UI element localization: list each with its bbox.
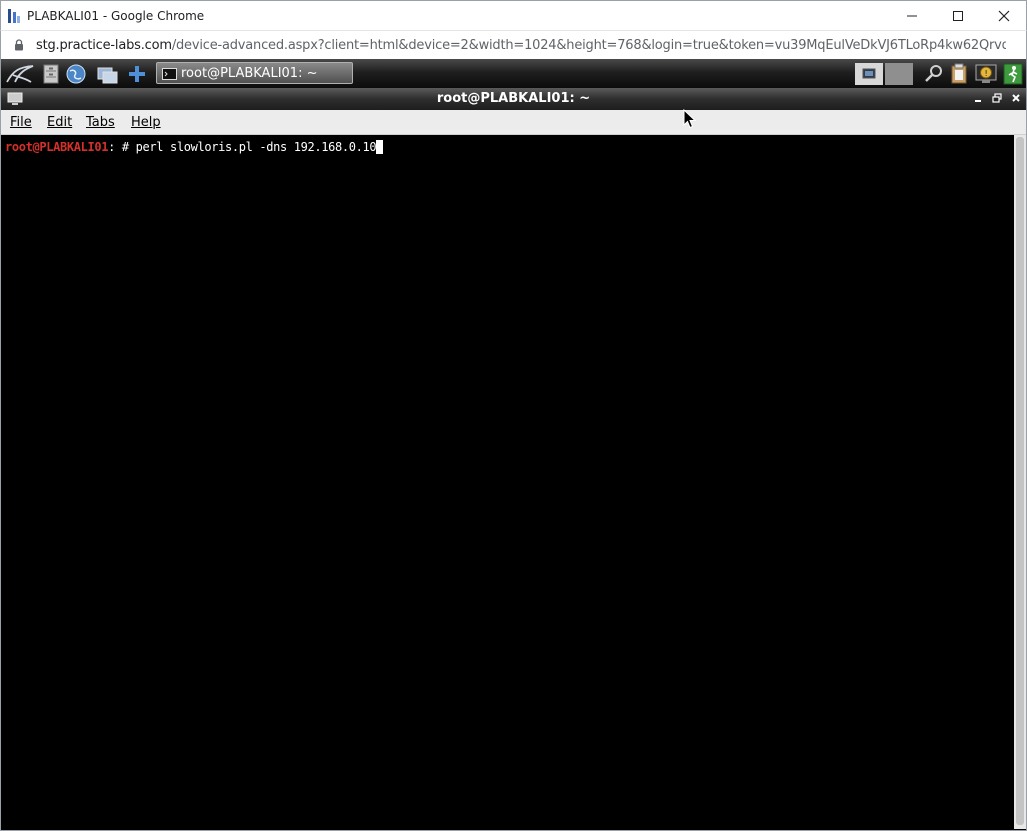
url-host: stg.practice-labs.com <box>36 38 172 53</box>
menu-edit[interactable]: Edit <box>47 115 72 130</box>
file-cabinet-icon[interactable] <box>40 63 62 85</box>
close-button[interactable] <box>981 1 1027 31</box>
kali-panel: root@PLABKALI01: ~ ! <box>1 59 1026 88</box>
svg-text:!: ! <box>985 69 988 78</box>
url-path: /device-advanced.aspx?client=html&device… <box>171 38 1006 53</box>
taskbar-terminal-label: root@PLABKALI01: ~ <box>181 66 318 81</box>
kali-dragon-menu-icon[interactable] <box>5 63 35 85</box>
browser-title-bar: PLABKALI01 - Google Chrome <box>0 0 1027 31</box>
app-logo-icon <box>7 8 21 24</box>
address-bar[interactable]: stg.practice-labs.com/device-advanced.as… <box>0 31 1027 59</box>
close-icon <box>998 10 1010 22</box>
remote-desktop[interactable]: root@PLABKALI01: ~ ! root@PLABKALI01: ~ <box>0 59 1027 831</box>
terminal-maximize-icon[interactable] <box>991 93 1003 105</box>
terminal-minimize-icon[interactable] <box>972 93 984 105</box>
web-browser-icon[interactable] <box>65 63 87 85</box>
menu-file[interactable]: File <box>10 115 32 130</box>
menu-tabs-label: Tabs <box>86 115 115 130</box>
mouse-pointer-icon <box>683 108 697 134</box>
menu-help[interactable]: Help <box>131 115 161 130</box>
minimize-icon <box>907 15 917 17</box>
taskbar-terminal-button[interactable]: root@PLABKALI01: ~ <box>156 62 353 84</box>
text-cursor <box>376 140 384 154</box>
menu-file-label: File <box>10 115 32 130</box>
maximize-icon <box>953 11 963 21</box>
terminal-icon <box>162 67 177 85</box>
menu-help-label: Help <box>131 115 161 130</box>
search-icon[interactable] <box>922 63 946 85</box>
terminal-scrollbar[interactable] <box>1014 135 1026 829</box>
maximize-button[interactable] <box>935 1 981 31</box>
workspace-1-icon[interactable] <box>855 63 883 85</box>
terminal-menu-bar: File Edit Tabs Help <box>1 110 1026 135</box>
menu-tabs[interactable]: Tabs <box>86 115 115 130</box>
terminal-output[interactable]: root@PLABKALI01: # perl slowloris.pl -dn… <box>1 135 1014 829</box>
logout-icon[interactable] <box>1001 63 1025 85</box>
windows-switcher-icon[interactable] <box>96 63 120 85</box>
notification-icon[interactable]: ! <box>974 63 998 85</box>
terminal-close-icon[interactable] <box>1010 93 1022 105</box>
terminal-title: root@PLABKALI01: ~ <box>436 91 591 106</box>
workspace-2-icon[interactable] <box>885 63 913 85</box>
clipboard-icon[interactable] <box>947 63 971 85</box>
url-text[interactable]: stg.practice-labs.com/device-advanced.as… <box>36 38 1006 53</box>
window-title: PLABKALI01 - Google Chrome <box>27 9 205 23</box>
prompt-user: root@PLABKALI01 <box>5 140 109 154</box>
command-text: perl slowloris.pl -dns 192.168.0.10 <box>135 140 377 154</box>
scrollbar-thumb[interactable] <box>1016 137 1024 825</box>
prompt-line: root@PLABKALI01: # perl slowloris.pl -dn… <box>5 140 384 154</box>
add-panel-icon[interactable] <box>126 63 148 85</box>
terminal-title-bar[interactable]: root@PLABKALI01: ~ <box>1 88 1026 110</box>
prompt-suffix: : # <box>108 140 136 154</box>
minimize-button[interactable] <box>889 1 935 31</box>
lock-icon[interactable] <box>14 38 24 56</box>
menu-edit-label: Edit <box>47 115 73 130</box>
